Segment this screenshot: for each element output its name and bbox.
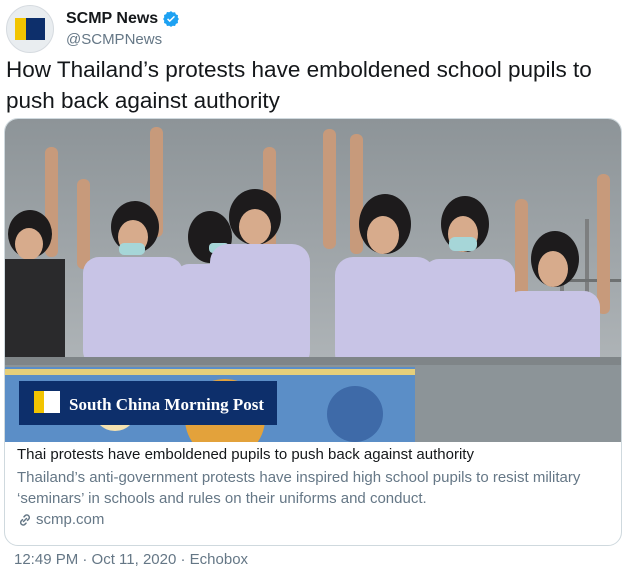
author-display-name[interactable]: SCMP News	[66, 10, 158, 28]
card-title[interactable]: Thai protests have emboldened pupils to …	[17, 445, 611, 465]
meta-separator: ·	[180, 551, 186, 568]
tweet-source[interactable]: Echobox	[190, 551, 248, 568]
card-description: Thailand’s anti-government protests have…	[17, 469, 581, 507]
tweet-meta: 12:49 PM · Oct 11, 2020 · Echobox	[14, 551, 248, 568]
card-image-logo-text: South China Morning Post	[69, 395, 264, 414]
link-card[interactable]: South China Morning Post Thai protests h…	[4, 118, 622, 546]
card-image[interactable]: South China Morning Post	[5, 119, 621, 442]
card-domain-row: scmp.com	[17, 511, 611, 528]
card-body: Thai protests have emboldened pupils to …	[17, 445, 611, 528]
avatar[interactable]	[6, 5, 54, 53]
protest-photo: South China Morning Post	[5, 119, 621, 442]
scmp-logo-icon	[15, 18, 45, 40]
tweet-timestamp[interactable]: 12:49 PM · Oct 11, 2020	[14, 551, 176, 568]
link-icon	[17, 512, 33, 528]
author-handle[interactable]: @SCMPNews	[66, 31, 180, 48]
tweet-header: SCMP News @SCMPNews	[6, 4, 180, 54]
verified-badge-icon	[162, 10, 180, 28]
card-domain: scmp.com	[36, 511, 105, 528]
tweet-text: How Thailand’s protests have emboldened …	[6, 57, 592, 113]
author-names: SCMP News @SCMPNews	[66, 10, 180, 48]
